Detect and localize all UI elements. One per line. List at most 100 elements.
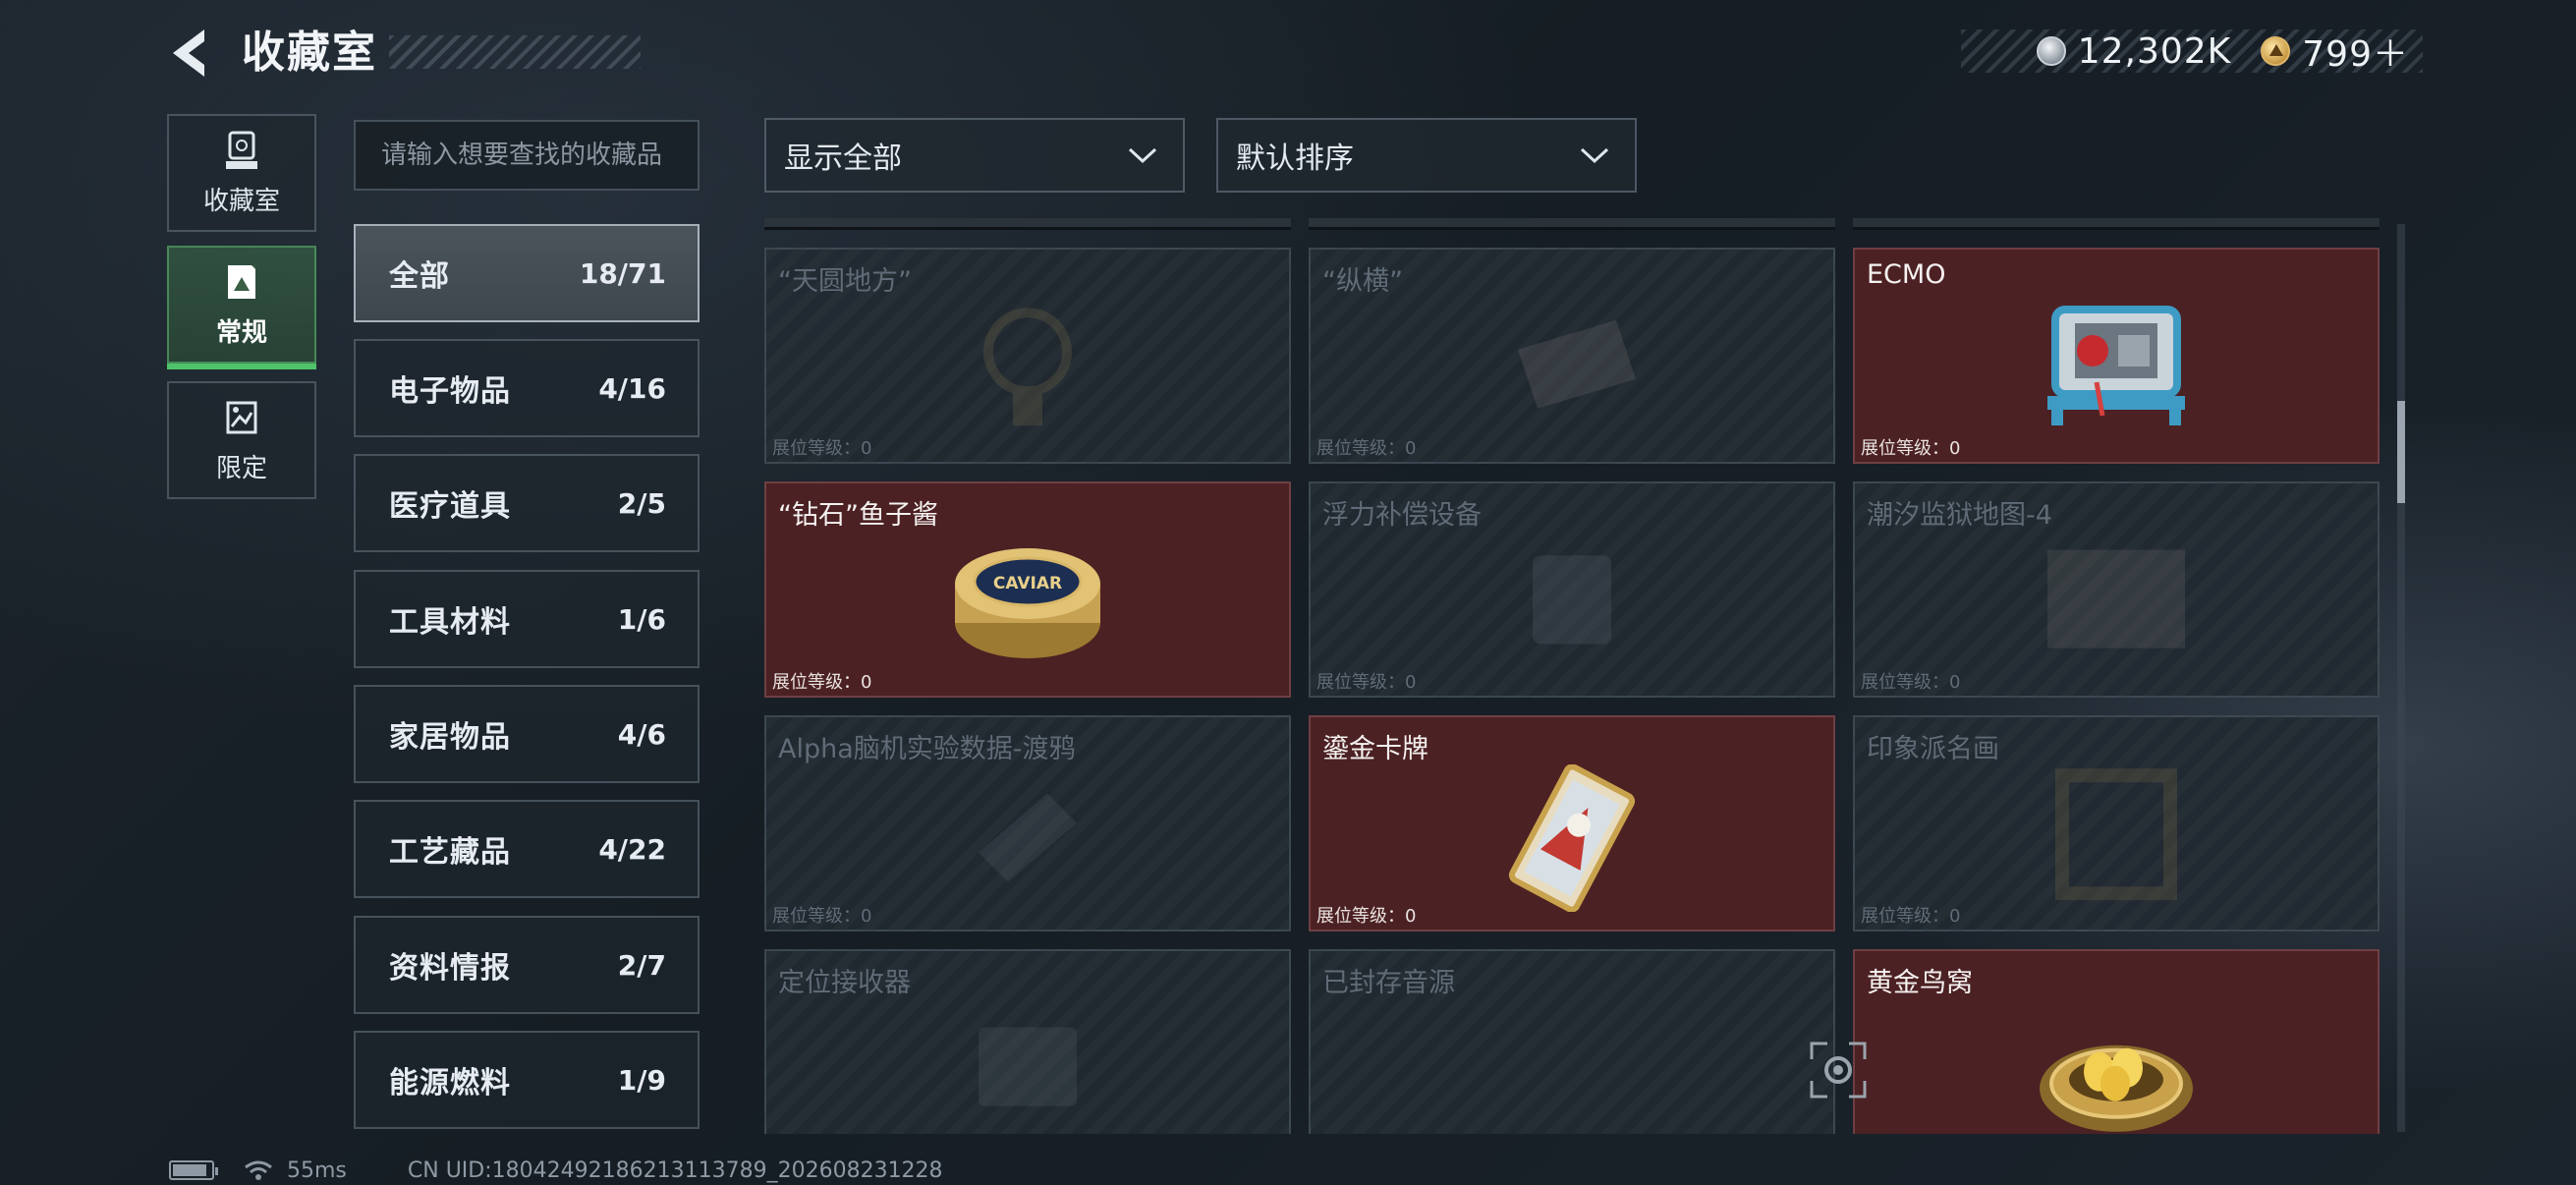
item-name: 浮力补偿设备 xyxy=(1322,500,1482,531)
item-name: “钻石”鱼子酱 xyxy=(778,500,938,531)
back-button[interactable] xyxy=(165,26,216,81)
page-title: 收藏室 xyxy=(242,28,377,78)
item-name: 鎏金卡牌 xyxy=(1322,734,1428,764)
display-level: 展位等级：0 xyxy=(772,906,872,927)
category-name: 家居物品 xyxy=(389,720,511,755)
nav-collection-room[interactable]: 收藏室 xyxy=(167,114,316,232)
ping-value: 55ms xyxy=(287,1157,347,1183)
category-tools[interactable]: 工具材料 1/6 xyxy=(354,570,700,668)
nav-regular[interactable]: 常规 xyxy=(167,246,316,369)
display-level: 展位等级：0 xyxy=(1316,672,1417,693)
focus-target-button[interactable] xyxy=(1808,1040,1869,1100)
nav-label: 常规 xyxy=(215,317,267,348)
category-count: 18/71 xyxy=(579,256,666,290)
sort-dropdown[interactable]: 默认排序 xyxy=(1216,118,1637,193)
collection-card[interactable]: 印象派名画 展位等级：0 xyxy=(1853,715,2380,931)
collection-card[interactable]: ECMO 展位等级：0 xyxy=(1853,248,2380,464)
collection-room-icon xyxy=(226,131,257,169)
category-count: 2/5 xyxy=(617,486,666,520)
category-name: 工具材料 xyxy=(389,605,511,640)
item-name: ECMO xyxy=(1867,259,1946,290)
chevron-down-icon xyxy=(1580,147,1609,164)
item-name: Alpha脑机实验数据-渡鸦 xyxy=(778,734,1076,764)
category-name: 电子物品 xyxy=(389,374,511,409)
search-input[interactable] xyxy=(381,141,698,170)
currency-bar: 12,302K 799＋ xyxy=(1961,29,2423,75)
item-name: 印象派名画 xyxy=(1867,734,1999,764)
display-level: 展位等级：0 xyxy=(1316,906,1417,927)
search-box[interactable] xyxy=(354,120,700,191)
back-arrow-icon xyxy=(173,29,204,77)
silver-balance: 12,302K xyxy=(2077,30,2232,72)
sort-value: 默认排序 xyxy=(1236,141,1354,176)
collection-card[interactable]: Alpha脑机实验数据-渡鸦 展位等级：0 xyxy=(764,715,1291,931)
row-edge xyxy=(1853,218,2380,230)
display-level: 展位等级：0 xyxy=(1861,438,1961,459)
row-edge xyxy=(764,218,1291,230)
show-filter-value: 显示全部 xyxy=(784,141,902,176)
item-name: 定位接收器 xyxy=(778,968,911,998)
compass-item-icon xyxy=(983,308,1072,426)
row-edge xyxy=(1309,218,1835,230)
category-name: 能源燃料 xyxy=(389,1066,511,1100)
chessboard-item-icon xyxy=(1518,319,1636,409)
category-name: 资料情报 xyxy=(389,951,511,986)
collection-card[interactable]: 潮汐监狱地图-4 展位等级：0 xyxy=(1853,481,2380,698)
category-electronics[interactable]: 电子物品 4/16 xyxy=(354,339,700,437)
display-level: 展位等级：0 xyxy=(1861,906,1961,927)
collection-card[interactable]: “纵横” 展位等级：0 xyxy=(1309,248,1835,464)
collection-card[interactable]: 黄金鸟窝 xyxy=(1853,949,2380,1134)
title-decoration xyxy=(389,35,641,69)
golden-nest-icon xyxy=(2040,1044,2193,1132)
caviar-label: CAVIAR xyxy=(993,574,1062,593)
display-level: 展位等级：0 xyxy=(772,672,872,693)
battery-icon xyxy=(169,1160,218,1180)
crosshair-icon xyxy=(1810,1042,1867,1099)
item-name: “天圆地方” xyxy=(778,266,912,297)
category-count: 1/9 xyxy=(617,1063,666,1097)
category-all[interactable]: 全部 18/71 xyxy=(354,224,700,322)
status-bar: 55ms CN UID:18042492186213113789_2026082… xyxy=(169,1156,943,1185)
gold-balance[interactable]: 799＋ xyxy=(2302,26,2409,77)
buoyancy-device-icon xyxy=(1533,555,1611,645)
collection-card[interactable]: 鎏金卡牌 展位等级：0 xyxy=(1309,715,1835,931)
nav-label: 收藏室 xyxy=(202,186,280,216)
grid-scrollbar[interactable] xyxy=(2397,224,2405,1132)
category-name: 全部 xyxy=(389,259,450,294)
nav-limited[interactable]: 限定 xyxy=(167,381,316,499)
show-filter-dropdown[interactable]: 显示全部 xyxy=(764,118,1185,193)
category-energy[interactable]: 能源燃料 1/9 xyxy=(354,1031,700,1129)
regular-icon xyxy=(228,264,255,299)
category-household[interactable]: 家居物品 4/6 xyxy=(354,685,700,783)
collection-card[interactable]: 定位接收器 xyxy=(764,949,1291,1134)
gilded-card-icon xyxy=(1508,764,1636,912)
category-count: 2/7 xyxy=(617,948,666,982)
item-name: 已封存音源 xyxy=(1322,968,1455,998)
brain-data-drive-icon xyxy=(979,793,1077,882)
silver-coin-icon xyxy=(2036,36,2066,66)
painting-frame-icon xyxy=(2055,768,2177,901)
item-name: “纵横” xyxy=(1322,266,1403,297)
display-level: 展位等级：0 xyxy=(772,438,872,459)
category-crafts[interactable]: 工艺藏品 4/22 xyxy=(354,800,700,898)
display-level: 展位等级：0 xyxy=(1316,438,1417,459)
scrollbar-thumb[interactable] xyxy=(2397,401,2405,503)
item-name: 潮汐监狱地图-4 xyxy=(1867,500,2052,531)
gold-coin-icon xyxy=(2261,36,2291,66)
wifi-icon xyxy=(245,1160,272,1180)
category-intel[interactable]: 资料情报 2/7 xyxy=(354,916,700,1014)
collection-grid[interactable]: “天圆地方” 展位等级：0 “纵横” 展位等级：0 ECMO 展位等级：0 “钻… xyxy=(764,218,2381,1134)
collection-card[interactable]: “钻石”鱼子酱 CAVIAR 展位等级：0 xyxy=(764,481,1291,698)
caviar-tin-icon: CAVIAR xyxy=(955,548,1100,658)
category-name: 医疗道具 xyxy=(389,489,511,524)
user-uid: CN UID:18042492186213113789_202608231228 xyxy=(407,1157,943,1183)
category-medical[interactable]: 医疗道具 2/5 xyxy=(354,454,700,552)
category-name: 工艺藏品 xyxy=(389,835,511,870)
display-level: 展位等级：0 xyxy=(1861,672,1961,693)
collection-card[interactable]: 已封存音源 xyxy=(1309,949,1835,1134)
locator-receiver-icon xyxy=(979,1027,1077,1106)
collection-card[interactable]: “天圆地方” 展位等级：0 xyxy=(764,248,1291,464)
limited-icon xyxy=(226,401,257,433)
collection-card[interactable]: 浮力补偿设备 展位等级：0 xyxy=(1309,481,1835,698)
category-count: 1/6 xyxy=(617,602,666,636)
